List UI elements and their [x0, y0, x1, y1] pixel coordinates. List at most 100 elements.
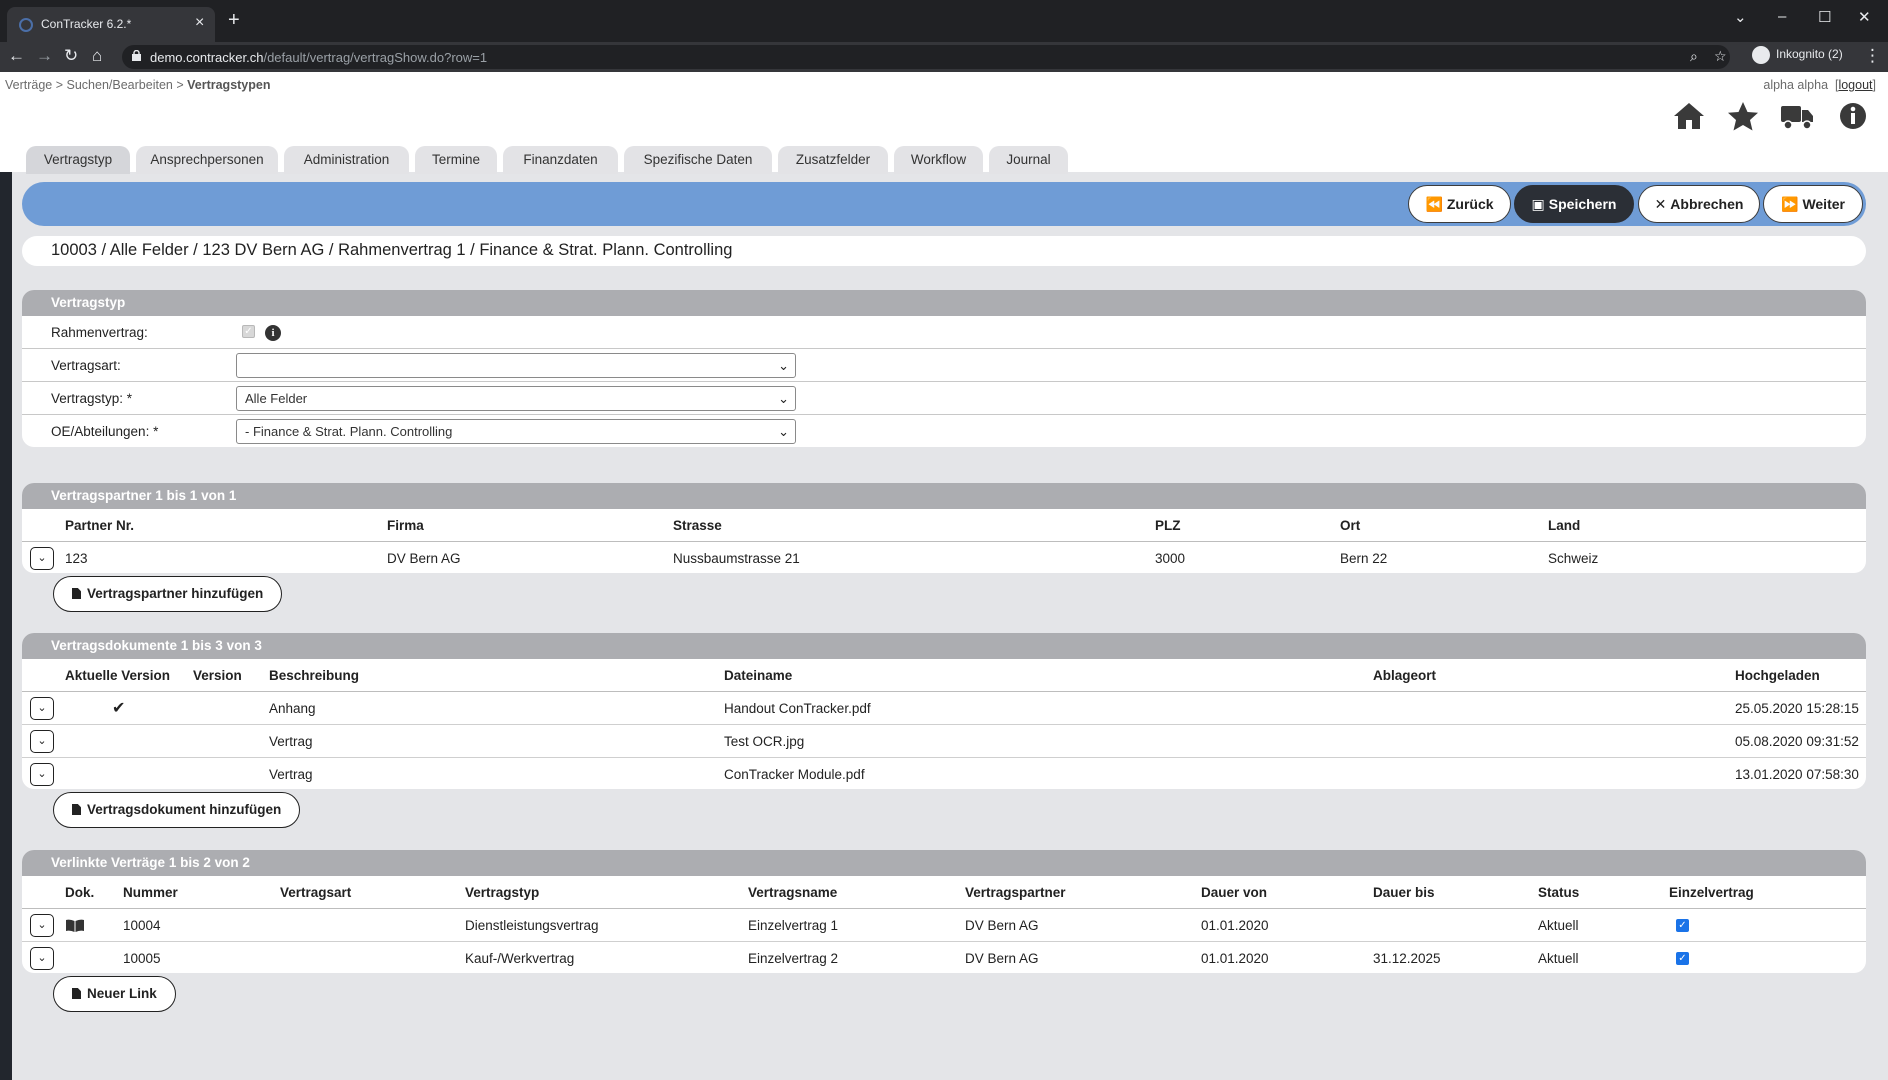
incognito-icon — [1752, 46, 1770, 64]
url-text: demo.contracker.ch/default/vertrag/vertr… — [150, 50, 488, 65]
user-area: alpha alpha [logout] — [1763, 78, 1876, 92]
add-partner-button[interactable]: Vertragspartner hinzufügen — [53, 576, 283, 612]
panel-heading: Vertragspartner 1 bis 1 von 1 — [22, 483, 1866, 509]
chevron-down-icon[interactable]: ⌄ — [30, 547, 54, 570]
chevron-down-icon: ⌄ — [778, 358, 789, 373]
breadcrumb-item[interactable]: Verträge — [5, 78, 52, 92]
chevron-down-icon[interactable]: ⌄ — [30, 730, 54, 753]
add-document-button[interactable]: Vertragsdokument hinzufügen — [53, 792, 301, 828]
column-header[interactable]: Dok. — [65, 885, 94, 900]
book-icon[interactable] — [65, 919, 85, 933]
new-tab-icon[interactable]: + — [228, 10, 240, 30]
back-arrow-icon[interactable]: ← — [8, 46, 25, 66]
window-close-icon[interactable]: ✕ — [1858, 8, 1871, 26]
chevron-down-icon: ⌄ — [778, 391, 789, 406]
next-button[interactable]: ⏩ Weiter — [1763, 185, 1863, 223]
column-header[interactable]: Vertragspartner — [965, 885, 1066, 900]
url-input[interactable]: demo.contracker.ch/default/vertrag/vertr… — [122, 45, 1730, 69]
tab-workflow[interactable]: Workflow — [894, 146, 983, 174]
bookmark-star-icon[interactable]: ☆ — [1714, 48, 1727, 65]
chevron-down-icon[interactable]: ⌄ — [30, 914, 54, 937]
close-icon[interactable]: × — [195, 14, 204, 32]
column-header[interactable]: Strasse — [673, 518, 722, 533]
tab-spezifische-daten[interactable]: Spezifische Daten — [624, 146, 772, 174]
table-row[interactable]: ⌄ ✔ Anhang Handout ConTracker.pdf 25.05.… — [22, 692, 1866, 725]
column-header[interactable]: Dateiname — [724, 668, 792, 683]
column-header[interactable]: Vertragsart — [280, 885, 351, 900]
column-header[interactable]: Version — [193, 668, 242, 683]
column-header[interactable]: Status — [1538, 885, 1579, 900]
truck-icon[interactable] — [1780, 100, 1814, 132]
table-row[interactable]: ⌄ 10004 Dienstleistungsvertrag Einzelver… — [22, 909, 1866, 942]
column-header[interactable]: Einzelvertrag — [1669, 885, 1754, 900]
vertragstyp-select[interactable]: Alle Felder ⌄ — [236, 386, 796, 411]
home-icon[interactable]: ⌂ — [92, 46, 102, 66]
zoom-icon[interactable]: ⌕ — [1690, 48, 1698, 65]
chevron-down-icon[interactable]: ⌄ — [1734, 8, 1747, 26]
column-header[interactable]: Firma — [387, 518, 424, 533]
breadcrumb-current: Vertragstypen — [187, 78, 271, 92]
browser-tab-bar: ConTracker 6.2.* × + ⌄ – ☐ ✕ — [0, 0, 1888, 42]
chevron-down-icon[interactable]: ⌄ — [30, 763, 54, 786]
forward-arrow-icon[interactable]: → — [36, 46, 53, 66]
column-header[interactable]: Land — [1548, 518, 1580, 533]
cell-dauer-von: 01.01.2020 — [1201, 951, 1269, 966]
column-header[interactable]: Dauer von — [1201, 885, 1267, 900]
column-header[interactable]: Aktuelle Version — [65, 668, 170, 683]
column-header[interactable]: Partner Nr. — [65, 518, 134, 533]
star-icon[interactable] — [1726, 100, 1760, 132]
cell-nummer[interactable]: 10005 — [123, 951, 161, 966]
cell-vertragstyp: Dienstleistungsvertrag — [465, 918, 599, 933]
incognito-badge[interactable]: Inkognito (2) — [1752, 46, 1843, 64]
save-button[interactable]: ▣ Speichern — [1514, 185, 1634, 223]
tab-ansprechpersonen[interactable]: Ansprechpersonen — [136, 146, 278, 174]
column-header[interactable]: Vertragstyp — [465, 885, 539, 900]
cancel-button[interactable]: ✕ Abbrechen — [1638, 185, 1760, 223]
home-icon[interactable] — [1672, 100, 1706, 132]
logout-link[interactable]: logout — [1838, 78, 1872, 92]
panel-heading: Verlinkte Verträge 1 bis 2 von 2 — [22, 850, 1866, 876]
add-link-button[interactable]: Neuer Link — [53, 976, 176, 1012]
back-button[interactable]: ⏪ Zurück — [1408, 185, 1511, 223]
column-header[interactable]: Vertragsname — [748, 885, 837, 900]
column-header[interactable]: Dauer bis — [1373, 885, 1435, 900]
info-icon[interactable] — [1836, 100, 1870, 132]
chevron-down-icon[interactable]: ⌄ — [30, 697, 54, 720]
oe-label: OE/Abteilungen: * — [51, 424, 159, 439]
browser-tab[interactable]: ConTracker 6.2.* × — [7, 7, 215, 42]
breadcrumb-item[interactable]: Suchen/Bearbeiten — [67, 78, 173, 92]
tab-finanzdaten[interactable]: Finanzdaten — [503, 146, 618, 174]
tab-administration[interactable]: Administration — [284, 146, 409, 174]
tab-vertragstyp[interactable]: Vertragstyp — [26, 146, 130, 174]
tab-zusatzfelder[interactable]: Zusatzfelder — [778, 146, 888, 174]
oe-select[interactable]: - Finance & Strat. Plann. Controlling ⌄ — [236, 419, 796, 444]
cell-dateiname[interactable]: Handout ConTracker.pdf — [724, 701, 871, 716]
column-header[interactable]: PLZ — [1155, 518, 1181, 533]
table-row[interactable]: ⌄ 10005 Kauf-/Werkvertrag Einzelvertrag … — [22, 942, 1866, 973]
menu-dots-icon[interactable]: ⋮ — [1864, 46, 1881, 66]
chevron-down-icon[interactable]: ⌄ — [30, 947, 54, 970]
info-icon[interactable]: i — [265, 325, 281, 341]
minimize-icon[interactable]: – — [1778, 8, 1786, 25]
maximize-icon[interactable]: ☐ — [1818, 8, 1831, 26]
table-row[interactable]: ⌄ Vertrag Test OCR.jpg 05.08.2020 09:31:… — [22, 725, 1866, 758]
vertragsart-select[interactable]: ⌄ — [236, 353, 796, 378]
form-row-rahmenvertrag: Rahmenvertrag: ✓ i — [22, 316, 1866, 349]
table-header: Dok. Nummer Vertragsart Vertragstyp Vert… — [22, 876, 1866, 909]
table-row[interactable]: ⌄ Vertrag ConTracker Module.pdf 13.01.20… — [22, 758, 1866, 789]
column-header[interactable]: Beschreibung — [269, 668, 359, 683]
column-header[interactable]: Hochgeladen — [1735, 668, 1820, 683]
cell-dateiname[interactable]: ConTracker Module.pdf — [724, 767, 865, 782]
reload-icon[interactable]: ↻ — [64, 46, 78, 66]
column-header[interactable]: Ort — [1340, 518, 1360, 533]
table-row[interactable]: ⌄ 123 DV Bern AG Nussbaumstrasse 21 3000… — [22, 542, 1866, 573]
einzelvertrag-checkbox[interactable]: ✓ — [1676, 919, 1689, 932]
cell-nummer[interactable]: 10004 — [123, 918, 161, 933]
column-header[interactable]: Ablageort — [1373, 668, 1436, 683]
column-header[interactable]: Nummer — [123, 885, 178, 900]
cell-dateiname[interactable]: Test OCR.jpg — [724, 734, 804, 749]
tab-termine[interactable]: Termine — [415, 146, 497, 174]
form-row-vertragstyp: Vertragstyp: * Alle Felder ⌄ — [22, 382, 1866, 415]
einzelvertrag-checkbox[interactable]: ✓ — [1676, 952, 1689, 965]
tab-journal[interactable]: Journal — [989, 146, 1068, 174]
